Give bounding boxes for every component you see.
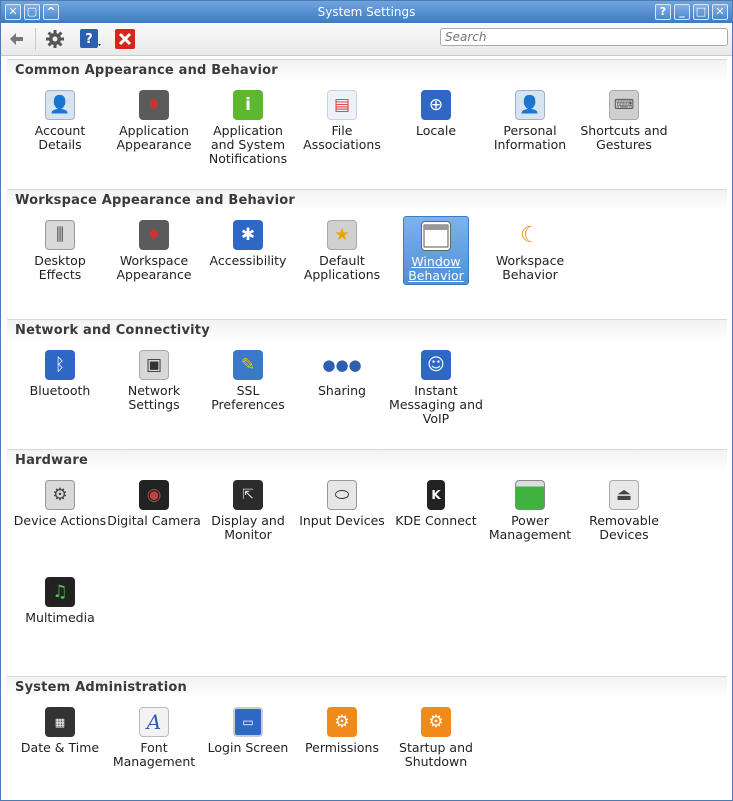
- item-account-details[interactable]: 👤 Account Details: [27, 86, 93, 152]
- info-bubble-icon: i: [233, 90, 263, 120]
- item-power-management[interactable]: Power Management: [489, 476, 571, 542]
- item-input-devices[interactable]: ⬭ Input Devices: [299, 476, 385, 528]
- item-personal-information[interactable]: 👤 Personal Information: [494, 86, 566, 152]
- section-common-appearance: Common Appearance and Behavior 👤 Account…: [7, 59, 727, 188]
- item-shortcuts-gestures[interactable]: ⌨ Shortcuts and Gestures: [580, 86, 668, 152]
- item-startup-shutdown[interactable]: ⚙ Startup and Shutdown: [399, 703, 473, 769]
- font-icon: A: [139, 707, 169, 737]
- help-book-icon: ?: [80, 29, 101, 48]
- window-menu-icon[interactable]: ✕: [5, 4, 21, 20]
- toolbar-separator: [35, 28, 36, 50]
- section-workspace-appearance: Workspace Appearance and Behavior ⫼ Desk…: [7, 189, 727, 318]
- suit-icon: ♦: [139, 220, 169, 250]
- accessibility-person-icon: ✱: [233, 220, 263, 250]
- search-input[interactable]: [440, 28, 728, 46]
- item-workspace-behavior[interactable]: ☾ Workspace Behavior: [496, 216, 564, 282]
- phone-icon: K: [427, 480, 445, 510]
- tools-icon: ✎: [233, 350, 263, 380]
- system-settings-window: ✕ ▢ ^ System Settings ? _ □ ✕ ? Search C…: [0, 0, 733, 801]
- item-removable-devices[interactable]: ⏏ Removable Devices: [589, 476, 659, 542]
- back-arrow-icon: [10, 33, 23, 45]
- quit-button[interactable]: [113, 27, 137, 51]
- close-icon[interactable]: ✕: [712, 4, 728, 20]
- file-types-icon: ▤: [327, 90, 357, 120]
- section-system-administration: System Administration ▦ Date & Time A Fo…: [7, 676, 727, 800]
- maximize-icon[interactable]: □: [693, 4, 709, 20]
- clapperboard-icon: ♫: [45, 577, 75, 607]
- network-port-icon: ▣: [139, 350, 169, 380]
- battery-icon: [515, 480, 545, 510]
- section-network: Network and Connectivity ᛒ Bluetooth ▣ N…: [7, 319, 727, 448]
- item-desktop-effects[interactable]: ⫼ Desktop Effects: [27, 216, 93, 282]
- item-locale[interactable]: ⊕ Locale: [403, 86, 469, 138]
- item-display-monitor[interactable]: ⇱ Display and Monitor: [211, 476, 285, 542]
- monitor-icon: ⇱: [233, 480, 263, 510]
- sliders-icon: ⫼: [45, 220, 75, 250]
- item-file-associations[interactable]: ▤ File Associations: [303, 86, 381, 152]
- globe-flag-icon: ⊕: [421, 90, 451, 120]
- camera-lens-icon: ◉: [139, 480, 169, 510]
- section-title: Common Appearance and Behavior: [15, 63, 278, 78]
- bluetooth-icon: ᛒ: [45, 350, 75, 380]
- login-screen-icon: ▭: [233, 707, 263, 737]
- item-permissions[interactable]: ⚙ Permissions: [305, 703, 379, 755]
- item-application-appearance[interactable]: ♦ Application Appearance: [116, 86, 192, 152]
- section-title: Network and Connectivity: [15, 323, 210, 338]
- moon-swirl-icon: ☾: [520, 222, 540, 248]
- chat-people-icon: ☺: [421, 350, 451, 380]
- svg-text:?: ?: [85, 32, 93, 47]
- item-window-behavior[interactable]: Window Behavior: [403, 216, 469, 285]
- pin-icon[interactable]: ▢: [24, 4, 40, 20]
- gear-icon: [46, 30, 64, 48]
- section-title: System Administration: [15, 680, 187, 695]
- item-notifications[interactable]: i Application and System Notifications: [209, 86, 287, 166]
- calendar-clock-icon: ▦: [45, 707, 75, 737]
- item-workspace-appearance[interactable]: ♦ Workspace Appearance: [116, 216, 192, 282]
- eject-icon: ⏏: [609, 480, 639, 510]
- toolbar: ?: [1, 23, 732, 56]
- person-card-icon: 👤: [45, 90, 75, 120]
- item-ssl-preferences[interactable]: ✎ SSL Preferences: [211, 346, 285, 412]
- orange-gears-icon: ⚙: [327, 707, 357, 737]
- help-icon[interactable]: ?: [655, 4, 671, 20]
- item-bluetooth[interactable]: ᛒ Bluetooth: [27, 346, 93, 398]
- item-login-screen[interactable]: ▭ Login Screen: [208, 703, 288, 755]
- item-instant-messaging[interactable]: ☺ Instant Messaging and VoIP: [389, 346, 483, 426]
- keyboard-icon: ⌨: [609, 90, 639, 120]
- item-default-applications[interactable]: ★ Default Applications: [304, 216, 380, 282]
- item-date-time[interactable]: ▦ Date & Time: [21, 703, 99, 755]
- item-network-settings[interactable]: ▣ Network Settings: [121, 346, 187, 412]
- mouse-icon: ⬭: [327, 480, 357, 510]
- person-card-icon: 👤: [515, 90, 545, 120]
- configure-button[interactable]: [43, 27, 67, 51]
- title-bar: ✕ ▢ ^ System Settings ? _ □ ✕: [1, 1, 732, 23]
- share-nodes-icon: ●●●: [322, 356, 362, 374]
- help-menu-button[interactable]: ?: [79, 27, 103, 51]
- suit-icon: ♦: [139, 90, 169, 120]
- window-title: System Settings: [317, 5, 416, 19]
- section-hardware: Hardware ⚙ Device Actions ◉ Digital Came…: [7, 449, 727, 675]
- item-font-management[interactable]: A Font Management: [113, 703, 195, 769]
- star-icon: ★: [327, 220, 357, 250]
- quit-x-icon: [115, 29, 135, 49]
- item-kde-connect[interactable]: K KDE Connect: [395, 476, 477, 528]
- gears-icon: ⚙: [45, 480, 75, 510]
- minimize-icon[interactable]: _: [674, 4, 690, 20]
- keep-above-icon[interactable]: ^: [43, 4, 59, 20]
- item-accessibility[interactable]: ✱ Accessibility: [210, 216, 286, 268]
- orange-gears-icon: ⚙: [421, 707, 451, 737]
- item-digital-camera[interactable]: ◉ Digital Camera: [107, 476, 201, 528]
- item-multimedia[interactable]: ♫ Multimedia: [25, 573, 95, 625]
- window-icon: [421, 221, 451, 251]
- settings-content: Common Appearance and Behavior 👤 Account…: [1, 56, 732, 800]
- item-device-actions[interactable]: ⚙ Device Actions: [14, 476, 106, 528]
- section-title: Hardware: [15, 453, 88, 468]
- item-sharing[interactable]: ●●● Sharing: [309, 346, 375, 398]
- back-button[interactable]: [5, 27, 29, 51]
- section-title: Workspace Appearance and Behavior: [15, 193, 295, 208]
